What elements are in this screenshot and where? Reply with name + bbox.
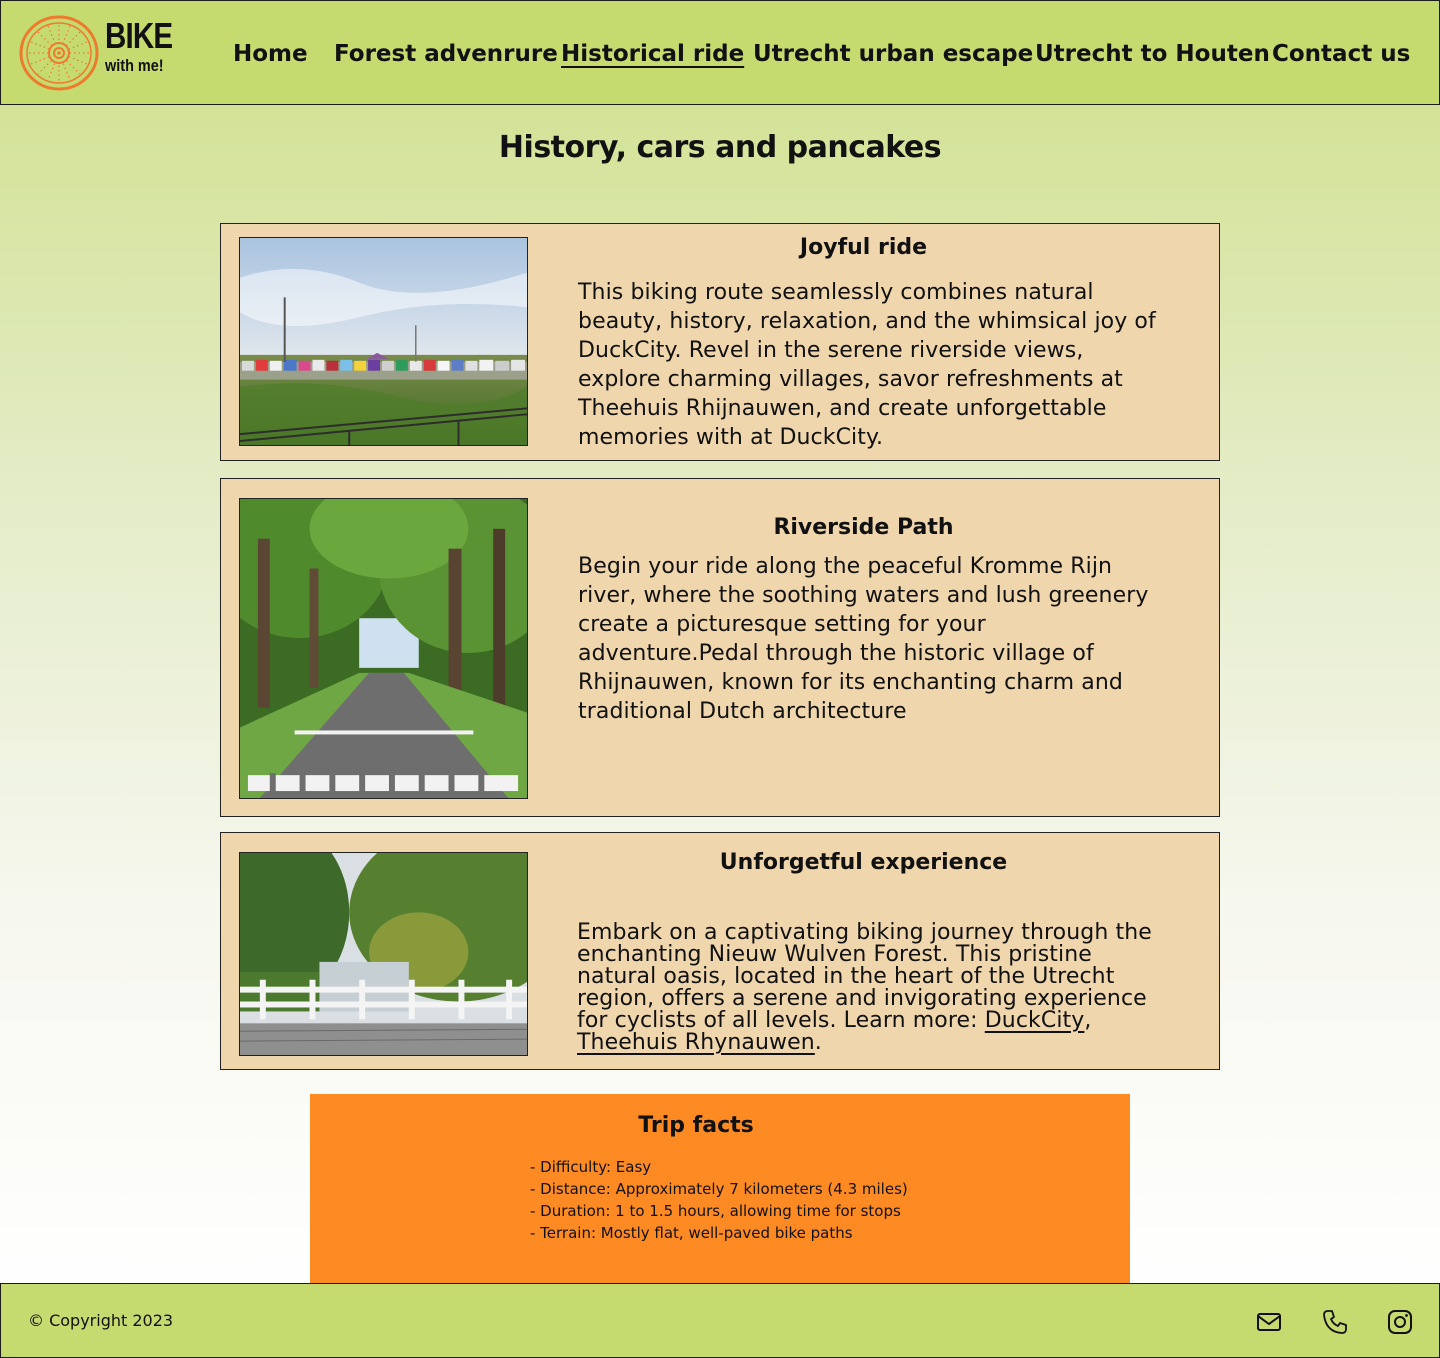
fact-duration: - Duration: 1 to 1.5 hours, allowing tim… bbox=[530, 1202, 901, 1220]
mail-icon[interactable] bbox=[1255, 1308, 1283, 1336]
river-bridge-photo bbox=[239, 852, 528, 1056]
brand-wordmark[interactable]: BIKE with me! bbox=[105, 17, 187, 77]
nav-forest-adventure[interactable]: Forest advenrure bbox=[334, 39, 558, 69]
card-text: This biking route seamlessly combines na… bbox=[578, 280, 1156, 450]
nav-home[interactable]: Home bbox=[233, 39, 308, 69]
nav-historical-ride[interactable]: Historical ride bbox=[561, 39, 744, 69]
brand-line-1: BIKE bbox=[105, 15, 173, 56]
bike-wheel-logo-icon[interactable] bbox=[19, 15, 101, 91]
page-title: History, cars and pancakes bbox=[498, 130, 942, 165]
site-footer: © Copyright 2023 bbox=[0, 1283, 1440, 1358]
duckcity-link[interactable]: DuckCity bbox=[985, 1008, 1085, 1033]
sentence-end: . bbox=[814, 1030, 822, 1055]
fact-distance: - Distance: Approximately 7 kilometers (… bbox=[530, 1180, 908, 1198]
trip-facts-panel: Trip facts - Difficulty: Easy - Distance… bbox=[310, 1094, 1130, 1284]
trip-facts-list: - Difficulty: Easy - Distance: Approxima… bbox=[530, 1156, 908, 1244]
card-title: Riverside Path bbox=[773, 515, 954, 540]
card-title: Unforgetful experience bbox=[719, 850, 1008, 875]
fact-terrain: - Terrain: Mostly flat, well-paved bike … bbox=[530, 1224, 853, 1242]
card-text: Embark on a captivating biking journey t… bbox=[577, 922, 1161, 1054]
card-riverside-path: Riverside Path Begin your ride along the… bbox=[220, 478, 1220, 817]
card-title: Joyful ride bbox=[799, 235, 928, 260]
card-text: Begin your ride along the peaceful Kromm… bbox=[578, 554, 1149, 724]
brand-line-2: with me! bbox=[105, 56, 164, 75]
nav-utrecht-to-houten[interactable]: Utrecht to Houten bbox=[1035, 39, 1270, 69]
tree-lined-road-photo bbox=[239, 498, 528, 799]
parking-lot-cars-photo bbox=[239, 237, 528, 446]
trip-facts-title: Trip facts bbox=[638, 1113, 754, 1138]
nav-utrecht-urban-escape[interactable]: Utrecht urban escape bbox=[753, 39, 1033, 69]
fact-difficulty: - Difficulty: Easy bbox=[530, 1158, 652, 1176]
card-unforgetful-experience: Unforgetful experience Embark on a capti… bbox=[220, 832, 1220, 1070]
phone-icon[interactable] bbox=[1321, 1308, 1349, 1336]
link-separator: , bbox=[1084, 1008, 1092, 1033]
instagram-icon[interactable] bbox=[1386, 1308, 1414, 1336]
site-header: BIKE with me! Home Forest advenrure Hist… bbox=[0, 0, 1440, 105]
card-joyful-ride: Joyful ride This biking route seamlessly… bbox=[220, 223, 1220, 461]
nav-contact-us[interactable]: Contact us bbox=[1272, 39, 1410, 69]
theehuis-rhynauwen-link[interactable]: Theehuis Rhynauwen bbox=[577, 1030, 815, 1055]
copyright-text: © Copyright 2023 bbox=[28, 1311, 174, 1330]
